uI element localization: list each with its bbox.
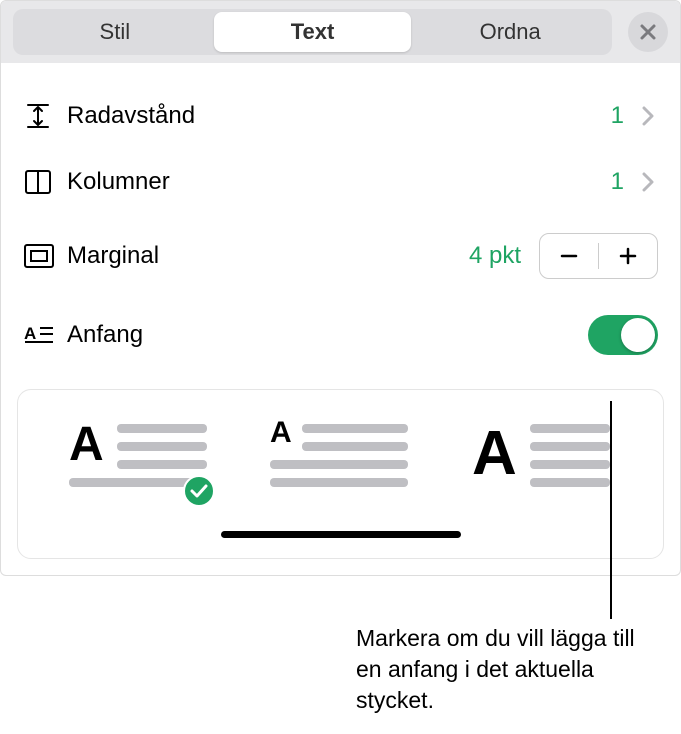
columns-icon — [23, 167, 53, 197]
drop-cap-style-1[interactable]: A — [69, 416, 209, 501]
chevron-right-icon — [638, 106, 658, 126]
margin-increase-button[interactable] — [599, 234, 657, 278]
close-icon — [639, 23, 657, 41]
drop-cap-label: Anfang — [67, 321, 588, 349]
columns-value: 1 — [611, 168, 624, 196]
tab-text[interactable]: Text — [214, 12, 412, 52]
drop-cap-styles-card: A A — [17, 389, 664, 559]
chevron-right-icon — [638, 172, 658, 192]
tab-style[interactable]: Stil — [16, 12, 214, 52]
tab-arrange[interactable]: Ordna — [411, 12, 609, 52]
margin-decrease-button[interactable] — [540, 234, 598, 278]
margin-label: Marginal — [67, 242, 469, 270]
callout-leader-line — [610, 401, 612, 619]
drag-handle[interactable] — [221, 531, 461, 538]
close-button[interactable] — [628, 12, 668, 52]
drop-cap-style-3-icon: A — [472, 416, 612, 496]
plus-icon — [618, 246, 638, 266]
settings-list: Radavstånd 1 Kolumner 1 — [1, 63, 680, 373]
checkmark-badge-icon — [183, 475, 215, 507]
line-spacing-label: Radavstånd — [67, 102, 611, 130]
margin-icon — [23, 243, 55, 269]
svg-text:A: A — [472, 419, 517, 488]
segmented-control: Stil Text Ordna — [13, 9, 612, 55]
drop-cap-style-3[interactable]: A — [472, 416, 612, 501]
format-panel: Stil Text Ordna Radavstånd 1 — [0, 0, 681, 576]
drop-cap-icon: A — [23, 322, 55, 348]
svg-text:A: A — [24, 324, 36, 343]
margin-stepper — [539, 233, 658, 279]
svg-text:A: A — [69, 418, 104, 471]
row-drop-cap: A Anfang — [23, 297, 658, 373]
margin-value: 4 pkt — [469, 242, 521, 270]
toggle-knob — [621, 318, 655, 352]
drop-cap-toggle[interactable] — [588, 315, 658, 355]
callout-text: Markera om du vill lägga till en anfang … — [356, 623, 646, 716]
svg-text:A: A — [270, 416, 292, 449]
line-spacing-value: 1 — [611, 102, 624, 130]
minus-icon — [559, 246, 579, 266]
row-line-spacing[interactable]: Radavstånd 1 — [23, 83, 658, 149]
drop-cap-style-2-icon: A — [270, 416, 410, 496]
line-spacing-icon — [23, 101, 53, 131]
columns-label: Kolumner — [67, 168, 611, 196]
tabs-bar: Stil Text Ordna — [1, 1, 680, 63]
drop-cap-style-2[interactable]: A — [270, 416, 410, 501]
row-columns[interactable]: Kolumner 1 — [23, 149, 658, 215]
row-margin: Marginal 4 pkt — [23, 215, 658, 297]
drop-cap-options: A A — [38, 416, 643, 501]
